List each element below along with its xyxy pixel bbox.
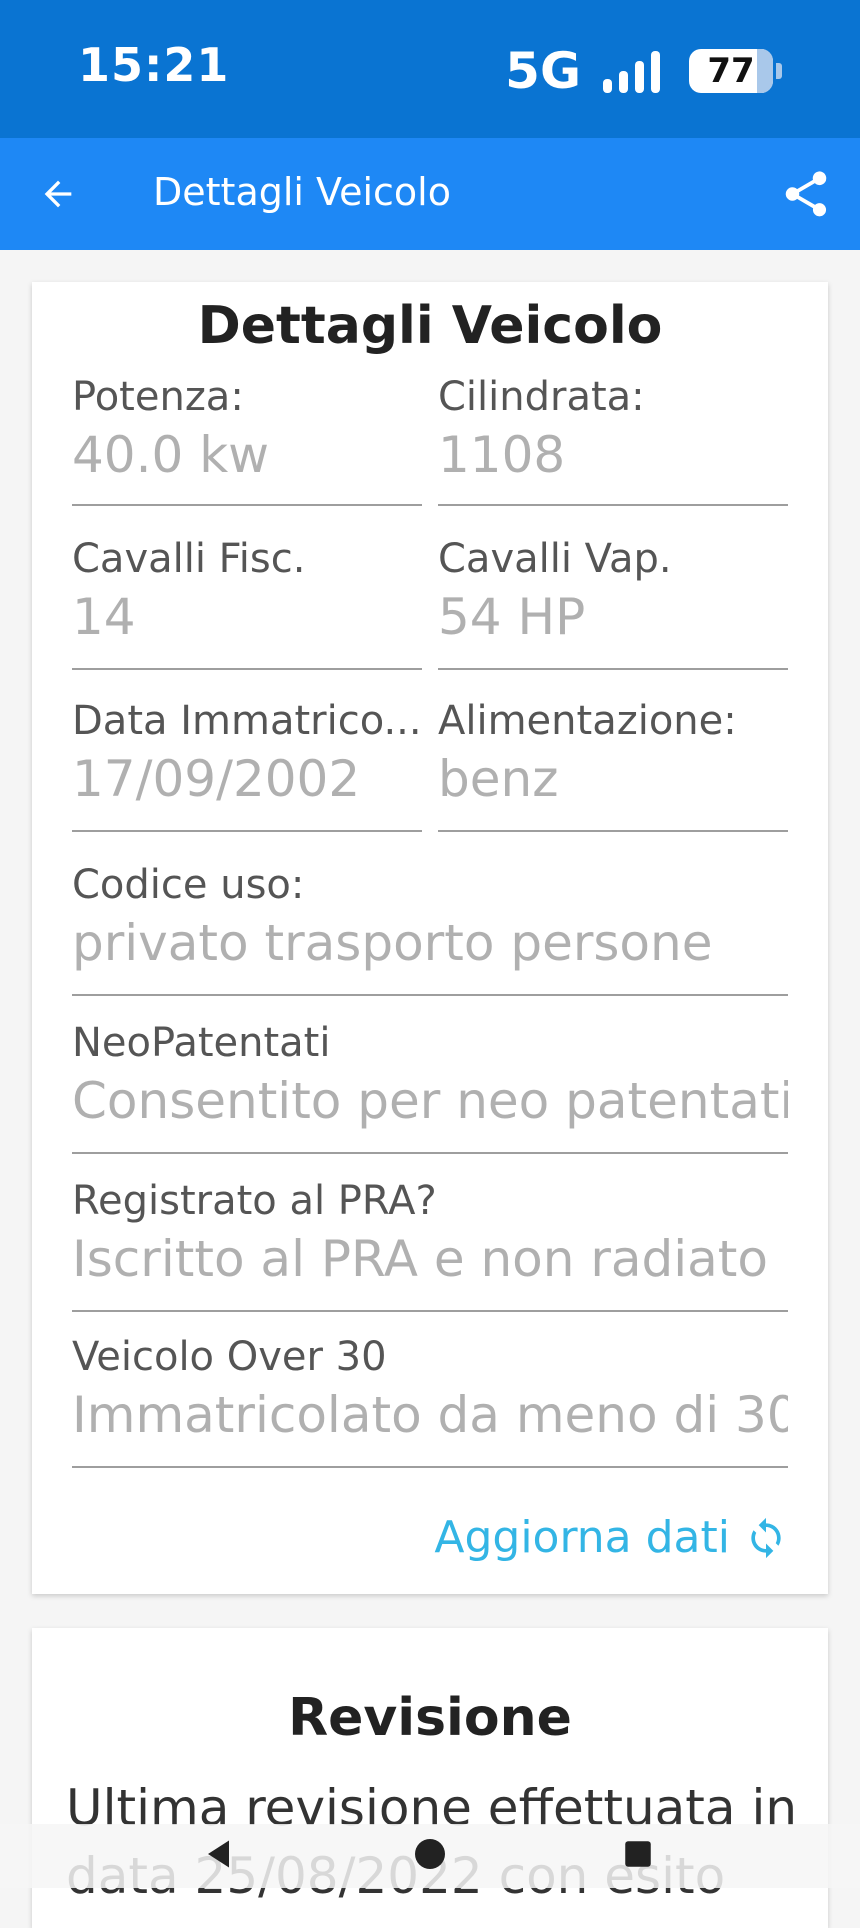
field-value: 14 [72,588,136,646]
field-value: benz [438,750,559,808]
field-over30[interactable]: Veicolo Over 30 Immatricolato da meno di… [72,1334,788,1468]
app-bar: Dettagli Veicolo [0,138,860,250]
field-value: 40.0 kw [72,426,270,484]
battery-level: 77 [707,51,755,91]
field-cavalli-fisc[interactable]: Cavalli Fisc. 14 [72,536,422,670]
system-nav-bar [0,1824,860,1888]
back-button[interactable] [30,166,86,222]
status-bar: 15:21 5G 77 [0,0,860,138]
refresh-icon [751,1517,781,1558]
nav-recents-icon [625,1841,651,1867]
battery-icon: 77 [689,49,773,93]
field-data-immatricolazione[interactable]: Data Immatrico... 17/09/2002 [72,698,422,832]
field-label: Alimentazione: [438,698,737,744]
field-label: Cilindrata: [438,374,645,420]
signal-icon [603,49,667,93]
field-underline [72,1466,788,1468]
nav-home-button[interactable] [410,1834,450,1874]
field-label: Cavalli Fisc. [72,536,306,582]
field-value: 1108 [438,426,566,484]
field-codice-uso[interactable]: Codice uso: privato trasporto persone [72,862,788,996]
field-neopatentati[interactable]: NeoPatentati Consentito per neo patentat… [72,1020,788,1154]
status-time: 15:21 [78,38,230,92]
nav-back-icon [208,1840,229,1868]
revision-title: Revisione [288,1688,572,1748]
network-type: 5G [505,42,581,100]
field-label: Veicolo Over 30 [72,1334,387,1380]
field-label: Potenza: [72,374,244,420]
nav-home-icon [415,1839,445,1869]
field-label: Data Immatrico... [72,698,422,744]
field-underline [72,830,422,832]
field-underline [72,668,422,670]
field-value: Iscritto al PRA e non radiato [72,1230,768,1288]
field-value: Consentito per neo patentati [72,1072,788,1130]
share-button[interactable] [774,162,838,226]
field-cilindrata[interactable]: Cilindrata: 1108 [438,374,788,506]
field-underline [438,830,788,832]
field-cavalli-vap[interactable]: Cavalli Vap. 54 HP [438,536,788,670]
field-underline [438,668,788,670]
field-potenza[interactable]: Potenza: 40.0 kw [72,374,422,506]
field-underline [72,994,788,996]
field-label: Codice uso: [72,862,305,908]
battery-tip [776,63,782,79]
field-value: 54 HP [438,588,586,646]
field-value: Immatricolato da meno di 30 [72,1386,788,1444]
vehicle-details-card: Dettagli Veicolo Potenza: 40.0 kw Cilind… [32,282,828,1594]
nav-back-button[interactable] [200,1834,240,1874]
field-label: Cavalli Vap. [438,536,672,582]
refresh-data-button[interactable]: Aggiorna dati [434,1512,788,1563]
card-title: Dettagli Veicolo [197,296,663,356]
field-label: Registrato al PRA? [72,1178,437,1224]
field-underline [438,504,788,506]
share-icon [785,171,827,217]
app-title: Dettagli Veicolo [153,170,451,214]
field-underline [72,1310,788,1312]
field-pra[interactable]: Registrato al PRA? Iscritto al PRA e non… [72,1178,788,1312]
field-label: NeoPatentati [72,1020,331,1066]
status-indicators: 5G 77 [505,42,782,100]
refresh-label: Aggiorna dati [434,1512,730,1563]
field-underline [72,504,422,506]
arrow-left-icon [44,180,72,208]
field-value: privato trasporto persone [72,914,713,972]
nav-recents-button[interactable] [618,1834,658,1874]
field-value: 17/09/2002 [72,750,361,808]
field-underline [72,1152,788,1154]
field-alimentazione[interactable]: Alimentazione: benz [438,698,788,832]
